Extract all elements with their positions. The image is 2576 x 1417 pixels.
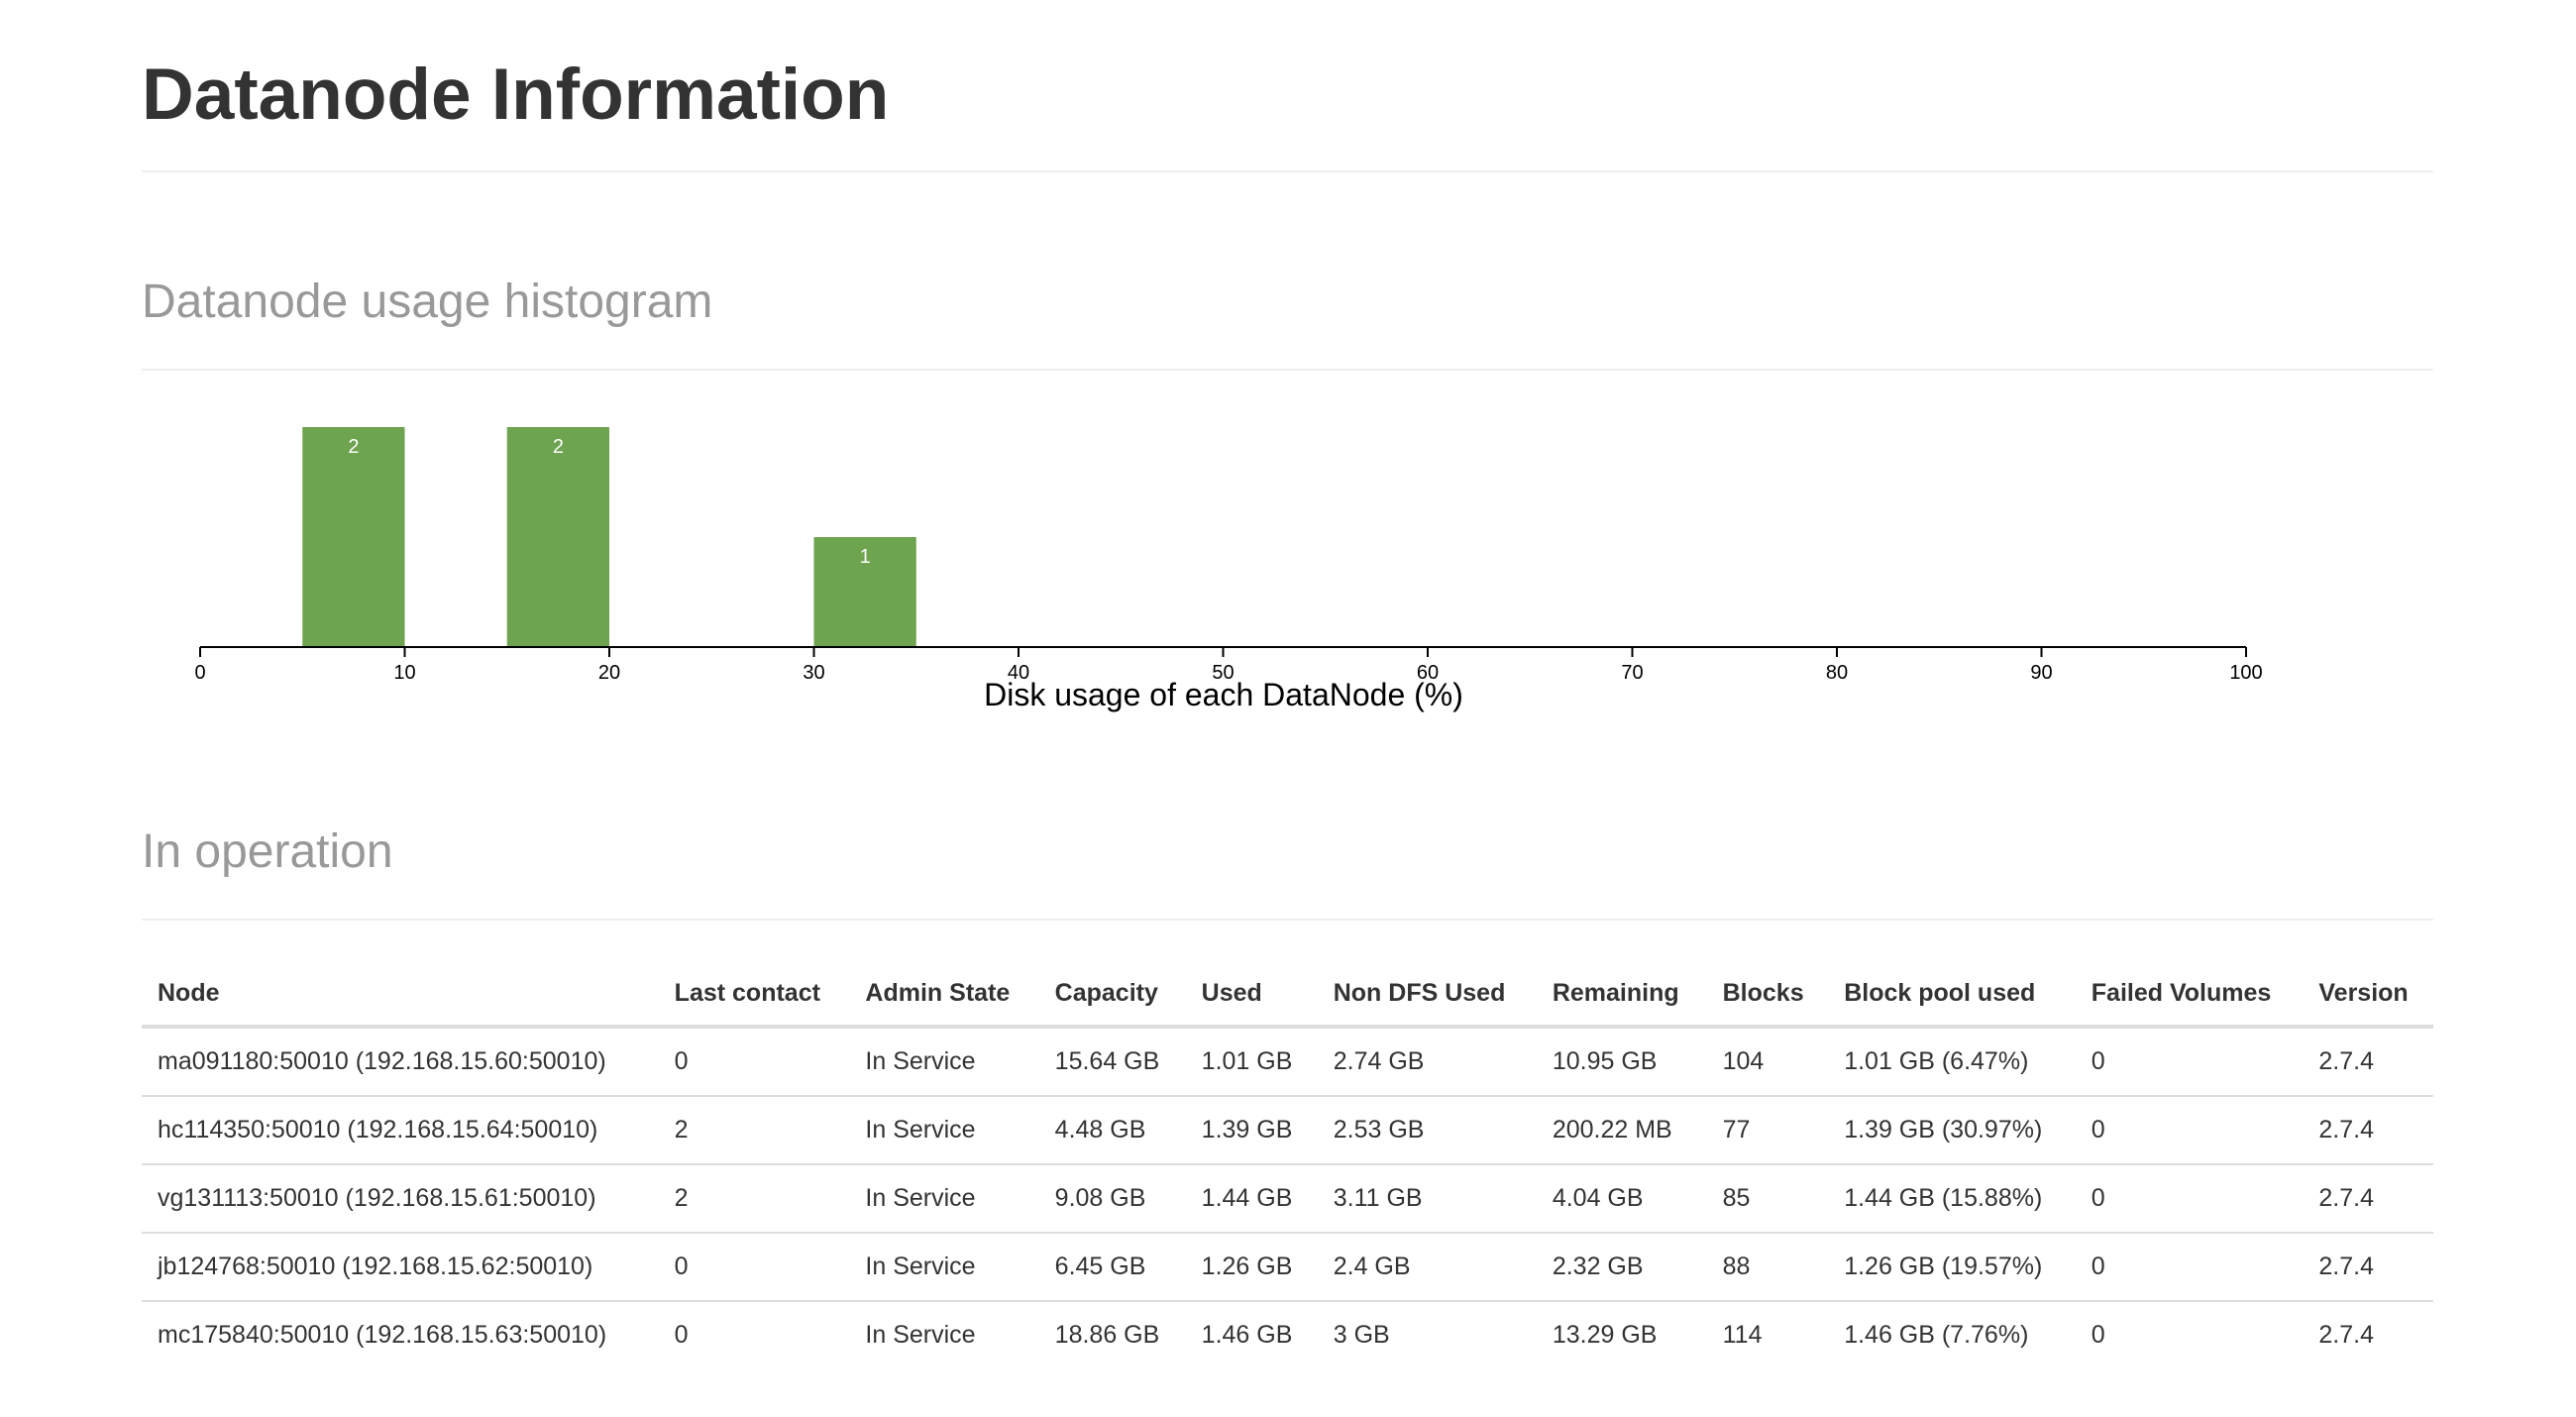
column-header[interactable]: Admin State bbox=[849, 961, 1039, 1029]
column-header[interactable]: Version bbox=[2303, 961, 2433, 1029]
table-cell: 2.4 GB bbox=[1317, 1233, 1537, 1302]
table-cell: 2.7.4 bbox=[2303, 1096, 2433, 1165]
table-cell: In Service bbox=[849, 1164, 1039, 1234]
table-cell: 0 bbox=[2091, 1321, 2105, 1349]
table-body: ma091180:50010 (192.168.15.60:50010) 0 In … bbox=[142, 1027, 2433, 1368]
table-cell: In Service bbox=[849, 1027, 1039, 1097]
histogram-bar-label-0: 2 bbox=[348, 436, 359, 458]
table-cell: 2 bbox=[658, 1164, 850, 1234]
table-row: vg131113:50010 (192.168.15.61:50010) 2 In … bbox=[142, 1164, 2433, 1234]
table-cell: 0 bbox=[2075, 1233, 2304, 1302]
table-cell: 2.7.4 bbox=[2303, 1027, 2433, 1097]
table-cell: 2.53 GB bbox=[1317, 1096, 1537, 1165]
table-cell: 1.26 GB bbox=[1185, 1233, 1318, 1302]
datanode-table: Node Last contact Admin State Capacity Used N… bbox=[142, 961, 2433, 1368]
table-cell: 2.74 GB bbox=[1317, 1027, 1537, 1097]
x-tick-label: 90 bbox=[2030, 662, 2052, 684]
column-header[interactable]: Node bbox=[142, 961, 659, 1029]
column-header[interactable]: Capacity bbox=[1038, 961, 1186, 1029]
histogram-bar-1 bbox=[506, 427, 609, 647]
table-cell: 18.86 GB bbox=[1054, 1321, 1160, 1349]
table-row: mc175840:50010 (192.168.15.63:50010) 0 In … bbox=[142, 1301, 2433, 1368]
table-cell: hc114350:50010 (192.168.15.64:50010) bbox=[142, 1096, 659, 1165]
table-cell: 13.29 GB bbox=[1552, 1321, 1658, 1349]
table-cell: 1.44 GB bbox=[1185, 1164, 1318, 1234]
usage-histogram: 221 0 10 20 30 40 50 60 70 80 90 100 Disk usage of… bbox=[142, 396, 2433, 723]
column-header[interactable]: Blocks bbox=[1706, 961, 1829, 1029]
table-cell: 1.46 GB (7.76%) bbox=[1844, 1321, 2029, 1349]
column-header[interactable]: Remaining bbox=[1536, 961, 1707, 1029]
x-tick-label: 30 bbox=[803, 662, 824, 684]
table-cell: 77 bbox=[1706, 1096, 1829, 1165]
table-cell: 1.39 GB bbox=[1185, 1096, 1318, 1165]
table-cell: In Service bbox=[865, 1321, 976, 1349]
table-cell: 0 bbox=[2075, 1164, 2304, 1234]
table-cell: 88 bbox=[1706, 1233, 1829, 1302]
page-header: Datanode Information bbox=[142, 48, 2433, 172]
table-cell: 1.44 GB (15.88%) bbox=[1828, 1164, 2076, 1234]
table-cell: 2.7.4 bbox=[2303, 1164, 2433, 1234]
table-cell: jb124768:50010 (192.168.15.62:50010) bbox=[142, 1233, 659, 1302]
table-cell: 0 bbox=[658, 1233, 850, 1302]
table-row: hc114350:50010 (192.168.15.64:50010) 2 In … bbox=[142, 1096, 2433, 1165]
table-cell: 104 bbox=[1706, 1027, 1829, 1097]
x-tick-label: 80 bbox=[1826, 662, 1848, 684]
column-header[interactable]: Non DFS Used bbox=[1317, 961, 1537, 1029]
histogram-bar-0 bbox=[302, 427, 405, 647]
table-cell: 6.45 GB bbox=[1038, 1233, 1186, 1302]
table-cell: 1.01 GB (6.47%) bbox=[1828, 1027, 2076, 1097]
table-cell: 3.11 GB bbox=[1317, 1164, 1537, 1234]
table-cell: 1.26 GB (19.57%) bbox=[1828, 1233, 2076, 1302]
table-cell: 3 GB bbox=[1333, 1321, 1390, 1349]
histogram-bar-label-1: 2 bbox=[553, 436, 564, 458]
table-cell: In Service bbox=[849, 1233, 1039, 1302]
column-header[interactable]: Failed Volumes bbox=[2075, 961, 2304, 1029]
table-cell: 2.7.4 bbox=[2318, 1321, 2374, 1349]
table-row: jb124768:50010 (192.168.15.62:50010) 0 In … bbox=[142, 1233, 2433, 1302]
histogram-bars: 2 2 1 bbox=[302, 427, 916, 647]
table-cell: 15.64 GB bbox=[1038, 1027, 1186, 1097]
table-cell: 1.39 GB (30.97%) bbox=[1828, 1096, 2076, 1165]
table-cell: 0 bbox=[2075, 1027, 2304, 1097]
histogram-chart: 2 21 0 10 20 30 40 50 60 70 80 90 100 Disk usage of… bbox=[194, 427, 2263, 712]
x-axis-label: Disk usage of each DataNode (%) bbox=[984, 677, 1463, 712]
x-tick-label: 100 bbox=[2229, 662, 2262, 684]
table-cell: 2 bbox=[658, 1096, 850, 1165]
table-header-row: Node Last contact Admin State Capacity Used N… bbox=[142, 961, 2433, 1029]
table-cell: mc175840:50010 (192.168.15.63:50010) bbox=[158, 1321, 607, 1349]
x-tick-label: 10 bbox=[393, 662, 415, 684]
table-cell: 1.01 GB bbox=[1185, 1027, 1318, 1097]
histogram-bar-label-2: 1 bbox=[860, 546, 871, 568]
table-cell: 10.95 GB bbox=[1536, 1027, 1707, 1097]
x-tick-label: 20 bbox=[598, 662, 620, 684]
x-tick-label: 70 bbox=[1621, 662, 1643, 684]
page-title: Datanode Information bbox=[142, 54, 890, 135]
table-cell: 0 bbox=[674, 1321, 689, 1349]
column-header[interactable]: Used bbox=[1185, 961, 1318, 1029]
column-header[interactable]: Last contact bbox=[658, 961, 850, 1029]
table-cell: 0 bbox=[658, 1027, 850, 1097]
table-cell: 85 bbox=[1706, 1164, 1829, 1234]
histogram-section-title: Datanode usage histogram bbox=[142, 275, 713, 328]
table-cell: 2.32 GB bbox=[1536, 1233, 1707, 1302]
in-operation-section-title: In operation bbox=[142, 825, 393, 878]
table-cell: In Service bbox=[849, 1096, 1039, 1165]
column-header[interactable]: Block pool used bbox=[1828, 961, 2076, 1029]
table-cell: 9.08 GB bbox=[1038, 1164, 1186, 1234]
table-cell: 1.46 GB bbox=[1201, 1321, 1293, 1349]
table-row: ma091180:50010 (192.168.15.60:50010) 0 In … bbox=[142, 1027, 2433, 1097]
table-cell: 200.22 MB bbox=[1536, 1096, 1707, 1165]
table-cell: 2.7.4 bbox=[2303, 1233, 2433, 1302]
table-cell: vg131113:50010 (192.168.15.61:50010) bbox=[142, 1164, 659, 1234]
table-cell: 114 bbox=[1722, 1321, 1763, 1349]
table-cell: ma091180:50010 (192.168.15.60:50010) bbox=[142, 1027, 659, 1097]
table-cell: 4.48 GB bbox=[1038, 1096, 1186, 1165]
histogram-section-header: Datanode usage histogram bbox=[142, 268, 2433, 371]
x-tick-label: 0 bbox=[194, 662, 205, 684]
table-cell: 4.04 GB bbox=[1536, 1164, 1707, 1234]
in-operation-section-header: In operation bbox=[142, 818, 2433, 921]
table-cell: 0 bbox=[2075, 1096, 2304, 1165]
